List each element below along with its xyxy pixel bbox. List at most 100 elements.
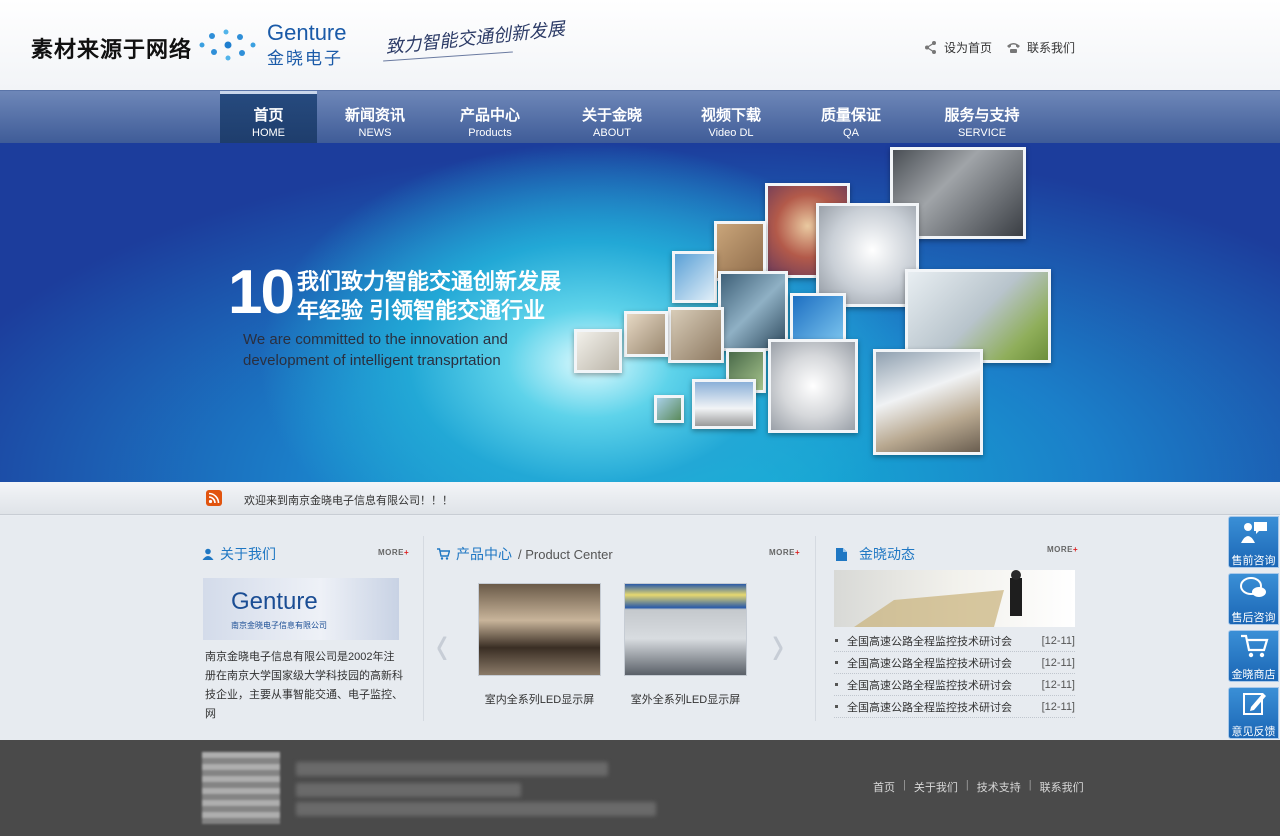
banner-english: We are committed to the innovation and d… xyxy=(243,329,508,371)
logo-text-en[interactable]: Genture xyxy=(267,20,347,46)
bullet-icon xyxy=(835,661,838,664)
products-subtitle: / Product Center xyxy=(518,546,613,562)
collage-tile xyxy=(873,349,983,455)
footer-link-support[interactable]: 技术支持 xyxy=(977,779,1021,795)
logo-text-cn[interactable]: 金晓电子 xyxy=(267,44,343,69)
more-label: MORE xyxy=(769,548,795,557)
nav-item-home[interactable]: 首页 HOME xyxy=(220,91,317,144)
footer-separator: | xyxy=(903,779,906,791)
collage-tile xyxy=(574,329,622,373)
notice-text: 欢迎来到南京金晓电子信息有限公司！！！ xyxy=(244,495,453,507)
news-item-title: 全国高速公路全程监控技术研讨会 xyxy=(847,635,1012,648)
news-feature-image[interactable] xyxy=(834,570,1075,627)
bullet-icon xyxy=(835,639,838,642)
nav-label-cn: 新闻资讯 xyxy=(344,107,405,124)
products-title[interactable]: 产品中心 xyxy=(456,544,512,564)
about-image-logo: Genture xyxy=(231,588,318,615)
float-shop-button[interactable]: 金晓商店 xyxy=(1228,630,1279,682)
float-label: 金晓商店 xyxy=(1231,669,1276,681)
pencil-icon xyxy=(1229,690,1278,723)
nav-label-cn: 服务与支持 xyxy=(944,107,1020,124)
set-home-link[interactable]: 设为首页 xyxy=(923,39,992,56)
about-description: 南京金晓电子信息有限公司是2002年注册在南京大学国家级大学科技园的高新科技企业… xyxy=(205,651,403,720)
nav-item-about[interactable]: 关于金晓 ABOUT xyxy=(567,91,657,144)
footer-link-about[interactable]: 关于我们 xyxy=(914,779,958,795)
footer-link-home[interactable]: 首页 xyxy=(873,779,895,795)
notice-bar: 欢迎来到南京金晓电子信息有限公司！！！ xyxy=(0,482,1280,515)
news-list-item[interactable]: 全国高速公路全程监控技术研讨会 [12-11] xyxy=(834,652,1075,674)
nav-label-en: QA xyxy=(843,127,859,139)
banner-number: 10 xyxy=(228,258,295,327)
news-title[interactable]: 金晓动态 xyxy=(859,544,915,564)
phone-icon xyxy=(1007,43,1020,53)
nav-item-products[interactable]: 产品中心 Products xyxy=(445,91,535,144)
float-aftersale-button[interactable]: 售后咨询 xyxy=(1228,573,1279,625)
banner-headline-1: 我们致力智能交通创新发展 xyxy=(297,269,562,294)
nav-label-cn: 首页 xyxy=(253,107,284,124)
collage-tile xyxy=(624,311,668,357)
float-presale-button[interactable]: 售前咨询 xyxy=(1228,516,1279,568)
bullet-icon xyxy=(835,705,838,708)
plus-icon: + xyxy=(404,548,410,557)
news-section-title: 金晓动态 xyxy=(836,544,915,564)
banner-headline-2: 年经验 引领智能交通行业 xyxy=(297,298,546,323)
footer: 首页 | 关于我们 | 技术支持 | 联系我们 xyxy=(0,740,1280,836)
blurred-footer-text xyxy=(296,762,608,776)
product-caption[interactable]: 室外全系列LED显示屏 xyxy=(624,691,747,707)
nav-item-service[interactable]: 服务与支持 SERVICE xyxy=(932,91,1032,144)
contact-link[interactable]: 联系我们 xyxy=(1006,39,1075,56)
nav-item-news[interactable]: 新闻资讯 NEWS xyxy=(330,91,420,144)
logo-dots-icon xyxy=(199,29,256,61)
nav-label-cn: 质量保证 xyxy=(820,107,881,124)
header: 素材来源于网络 Genture 金晓电子 致力智能交通创新发展 设为首页 联系我… xyxy=(0,0,1280,90)
nav-label-cn: 视频下载 xyxy=(700,107,761,124)
float-label: 售前咨询 xyxy=(1231,555,1276,567)
collage-tile xyxy=(816,203,919,307)
product-image-indoor[interactable] xyxy=(478,583,601,676)
collage-tile xyxy=(692,379,756,429)
collage-tile xyxy=(768,339,858,433)
nav-label-en: SERVICE xyxy=(957,127,1007,139)
footer-separator: | xyxy=(965,779,969,791)
nav-label-en: Products xyxy=(468,127,512,139)
news-item-title: 全国高速公路全程监控技术研讨会 xyxy=(847,701,1012,714)
float-feedback-button[interactable]: 意见反馈 xyxy=(1228,687,1279,739)
watermark-text: 素材来源于网络 xyxy=(31,37,193,62)
about-title[interactable]: 关于我们 xyxy=(220,544,276,564)
carousel-next-button[interactable]: › xyxy=(772,614,784,674)
news-more-link[interactable]: MORE+ xyxy=(1047,545,1078,554)
user-icon xyxy=(202,548,214,560)
nav-item-video[interactable]: 视频下载 Video DL xyxy=(686,91,776,144)
nav-label-en: HOME xyxy=(252,127,285,139)
news-list-item[interactable]: 全国高速公路全程监控技术研讨会 [12-11] xyxy=(834,696,1075,718)
collage-tile xyxy=(654,395,684,423)
nav-item-qa[interactable]: 质量保证 QA xyxy=(806,91,896,144)
news-list: 全国高速公路全程监控技术研讨会 [12-11] 全国高速公路全程监控技术研讨会 … xyxy=(834,630,1075,718)
slogan-signature: 致力智能交通创新发展 xyxy=(384,18,566,59)
qr-code-image xyxy=(202,752,280,824)
products-section-title: 产品中心 / Product Center xyxy=(437,544,613,564)
share-icon xyxy=(925,41,936,54)
news-list-item[interactable]: 全国高速公路全程监控技术研讨会 [12-11] xyxy=(834,630,1075,652)
product-image-outdoor[interactable] xyxy=(624,583,747,676)
products-more-link[interactable]: MORE+ xyxy=(769,548,800,557)
about-section-title: 关于我们 xyxy=(202,544,276,564)
carousel-prev-button[interactable]: ‹ xyxy=(436,614,448,674)
footer-link-contact[interactable]: 联系我们 xyxy=(1040,779,1084,795)
blurred-footer-text xyxy=(296,802,656,816)
news-item-date: [12-11] xyxy=(1041,634,1075,647)
float-label: 售后咨询 xyxy=(1231,612,1276,624)
about-image-subtitle: 南京金晓电子信息有限公司 xyxy=(231,621,327,630)
column-divider xyxy=(423,536,424,721)
news-item-date: [12-11] xyxy=(1041,678,1075,691)
news-list-item[interactable]: 全国高速公路全程监控技术研讨会 [12-11] xyxy=(834,674,1075,696)
rss-icon[interactable] xyxy=(206,490,222,506)
about-company-image[interactable]: Genture 南京金晓电子信息有限公司 xyxy=(203,578,399,640)
bullet-icon xyxy=(835,683,838,686)
hero-banner[interactable]: 10 我们致力智能交通创新发展 年经验 引领智能交通行业 We are comm… xyxy=(0,143,1280,482)
nav-label-cn: 产品中心 xyxy=(459,107,520,124)
cart-icon xyxy=(1229,633,1278,666)
about-more-link[interactable]: MORE+ xyxy=(378,548,409,557)
product-caption[interactable]: 室内全系列LED显示屏 xyxy=(478,691,601,707)
banner-english-line-1: We are committed to the innovation and xyxy=(243,331,508,348)
